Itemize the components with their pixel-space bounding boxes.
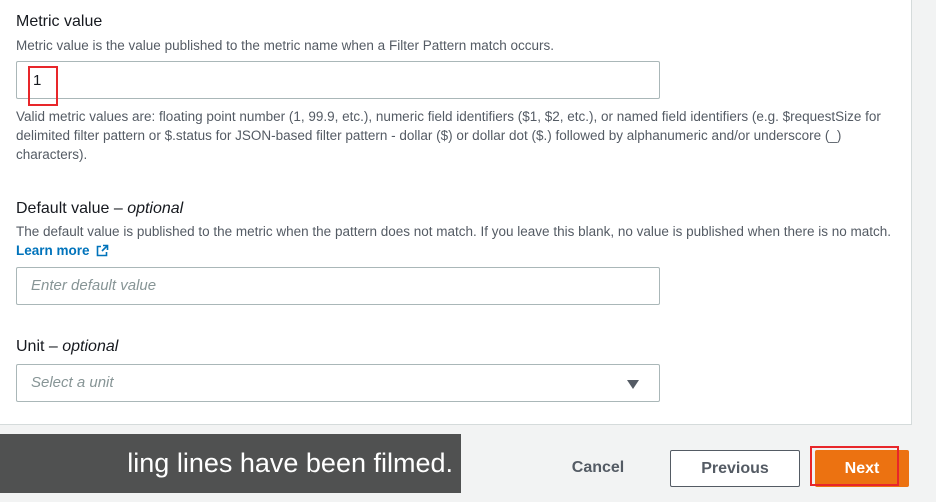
video-subtitle: ling lines have been filmed. — [0, 434, 461, 493]
previous-button[interactable]: Previous — [670, 450, 800, 487]
default-value-label: Default value – optional — [16, 199, 183, 218]
unit-select[interactable]: Select a unit — [16, 364, 660, 402]
default-value-label-dash: – — [109, 200, 128, 217]
default-value-description-text: The default value is published to the me… — [16, 224, 892, 239]
metric-value-label-text: Metric value — [16, 13, 103, 30]
default-value-placeholder: Enter default value — [31, 277, 157, 294]
next-button[interactable]: Next — [815, 450, 909, 487]
external-link-icon — [96, 243, 109, 262]
metric-value-input[interactable]: 1 — [16, 61, 660, 99]
learn-more-label: Learn more — [16, 243, 90, 258]
cancel-button[interactable]: Cancel — [556, 452, 640, 484]
learn-more-link[interactable]: Learn more — [16, 243, 109, 258]
default-value-description: The default value is published to the me… — [16, 222, 901, 262]
metric-value-highlight — [28, 66, 58, 106]
metric-value-description: Metric value is the value published to t… — [16, 38, 554, 53]
video-subtitle-text: ling lines have been filmed. — [127, 448, 453, 478]
metric-value-label: Metric value — [16, 12, 102, 31]
unit-label-text: Unit — [16, 338, 45, 355]
unit-label-dash: – — [44, 338, 63, 355]
metric-value-help-text: Valid metric values are: floating point … — [16, 109, 881, 162]
caret-down-icon — [627, 380, 639, 389]
default-value-input[interactable]: Enter default value — [16, 267, 660, 305]
unit-select-placeholder: Select a unit — [31, 374, 114, 391]
form-panel: Metric value Metric value is the value p… — [0, 0, 912, 425]
unit-optional: optional — [62, 338, 119, 355]
default-value-label-text: Default value — [16, 200, 110, 217]
unit-label: Unit – optional — [16, 337, 118, 356]
default-value-optional: optional — [127, 200, 184, 217]
